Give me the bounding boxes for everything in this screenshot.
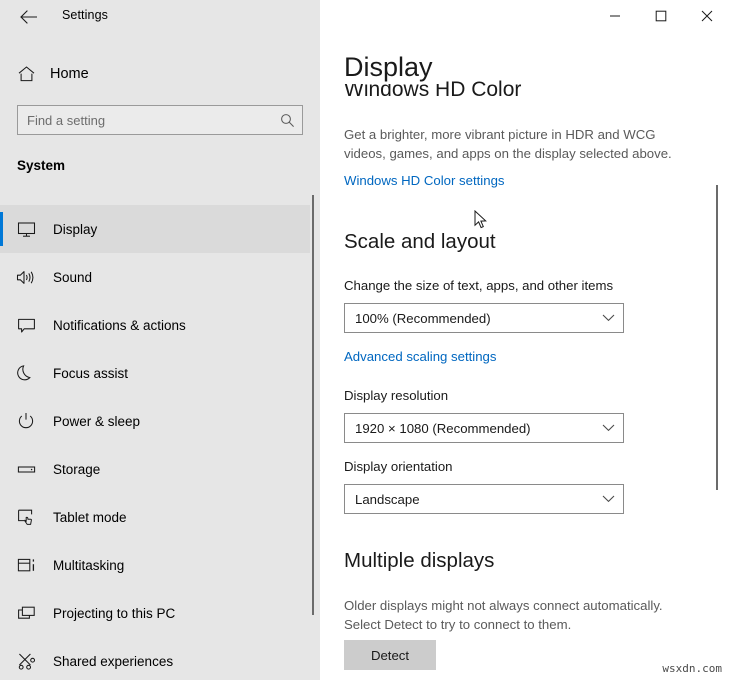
chevron-down-icon: [593, 314, 623, 322]
speaker-icon: [4, 269, 48, 286]
multiple-displays-description: Older displays might not always connect …: [344, 596, 694, 634]
sidebar-item-power-sleep[interactable]: Power & sleep: [0, 397, 310, 445]
sidebar-group-title: System: [17, 158, 65, 173]
scale-dropdown-value: 100% (Recommended): [345, 311, 593, 326]
main-scrollbar[interactable]: [712, 150, 722, 530]
sidebar: Settings Home System: [0, 0, 320, 680]
sidebar-item-tablet-mode[interactable]: Tablet mode: [0, 493, 310, 541]
orientation-label: Display orientation: [344, 459, 453, 474]
resolution-label: Display resolution: [344, 388, 448, 403]
search-input[interactable]: [18, 113, 272, 128]
resolution-dropdown[interactable]: 1920 × 1080 (Recommended): [344, 413, 624, 443]
multiple-displays-heading: Multiple displays: [344, 549, 494, 573]
close-button[interactable]: [684, 0, 730, 32]
selection-indicator: [0, 212, 3, 246]
window-controls: [592, 0, 730, 32]
sidebar-item-label: Shared experiences: [53, 654, 173, 669]
sidebar-item-projecting[interactable]: Projecting to this PC: [0, 589, 310, 637]
advanced-scaling-settings-link[interactable]: Advanced scaling settings: [344, 349, 496, 364]
sidebar-item-label: Tablet mode: [53, 510, 127, 525]
main-pane: Windows HD Color Get a brighter, more vi…: [320, 0, 730, 680]
multitasking-icon: [4, 557, 48, 574]
chevron-down-icon: [593, 495, 623, 503]
detect-button[interactable]: Detect: [344, 640, 436, 670]
moon-icon: [4, 364, 48, 382]
maximize-icon: [655, 10, 667, 22]
windows-hd-color-description: Get a brighter, more vibrant picture in …: [344, 125, 694, 163]
sidebar-item-home-label: Home: [50, 66, 89, 82]
sidebar-item-storage[interactable]: Storage: [0, 445, 310, 493]
sidebar-item-sound[interactable]: Sound: [0, 253, 310, 301]
sidebar-scrollbar[interactable]: [309, 195, 317, 615]
sidebar-item-notifications[interactable]: Notifications & actions: [0, 301, 310, 349]
drive-icon: [4, 463, 48, 476]
close-icon: [701, 10, 713, 22]
monitor-icon: [4, 221, 48, 238]
settings-window: Settings Home System: [0, 0, 730, 680]
projecting-icon: [4, 605, 48, 622]
sidebar-nav-list: Display Sound: [0, 205, 310, 680]
minimize-button[interactable]: [592, 0, 638, 32]
orientation-dropdown-value: Landscape: [345, 492, 593, 507]
sidebar-item-label: Power & sleep: [53, 414, 140, 429]
sidebar-item-label: Sound: [53, 270, 92, 285]
search-icon: [272, 113, 302, 128]
scale-and-layout-heading: Scale and layout: [344, 230, 496, 254]
sidebar-scrollbar-thumb[interactable]: [312, 195, 314, 615]
chevron-down-icon: [593, 424, 623, 432]
main-scrollbar-thumb[interactable]: [716, 185, 718, 490]
power-icon: [4, 412, 48, 430]
sidebar-item-focus-assist[interactable]: Focus assist: [0, 349, 310, 397]
sidebar-item-label: Display: [53, 222, 97, 237]
sidebar-item-label: Projecting to this PC: [53, 606, 175, 621]
sidebar-item-label: Storage: [53, 462, 100, 477]
sidebar-item-display[interactable]: Display: [0, 205, 310, 253]
notification-icon: [4, 317, 48, 334]
minimize-icon: [609, 10, 621, 22]
scale-dropdown[interactable]: 100% (Recommended): [344, 303, 624, 333]
shared-experiences-icon: [4, 652, 48, 670]
back-arrow-icon: [20, 10, 37, 24]
tablet-touch-icon: [4, 508, 48, 526]
windows-hd-color-settings-link[interactable]: Windows HD Color settings: [344, 173, 505, 188]
titlebar-left: Settings: [0, 0, 320, 46]
resolution-dropdown-value: 1920 × 1080 (Recommended): [345, 421, 593, 436]
sidebar-item-multitasking[interactable]: Multitasking: [0, 541, 310, 589]
app-title: Settings: [62, 8, 108, 22]
sidebar-item-label: Notifications & actions: [53, 318, 186, 333]
maximize-button[interactable]: [638, 0, 684, 32]
sidebar-item-label: Focus assist: [53, 366, 128, 381]
sidebar-item-shared-experiences[interactable]: Shared experiences: [0, 637, 310, 680]
search-box[interactable]: [17, 105, 303, 135]
sidebar-item-home[interactable]: Home: [0, 58, 300, 90]
settings-content: Windows HD Color Get a brighter, more vi…: [320, 0, 730, 680]
page-title: Display: [344, 50, 443, 84]
home-icon: [6, 66, 46, 82]
back-button[interactable]: [8, 2, 48, 32]
watermark: wsxdn.com: [662, 662, 722, 675]
scale-label: Change the size of text, apps, and other…: [344, 278, 613, 293]
sidebar-item-label: Multitasking: [53, 558, 124, 573]
orientation-dropdown[interactable]: Landscape: [344, 484, 624, 514]
